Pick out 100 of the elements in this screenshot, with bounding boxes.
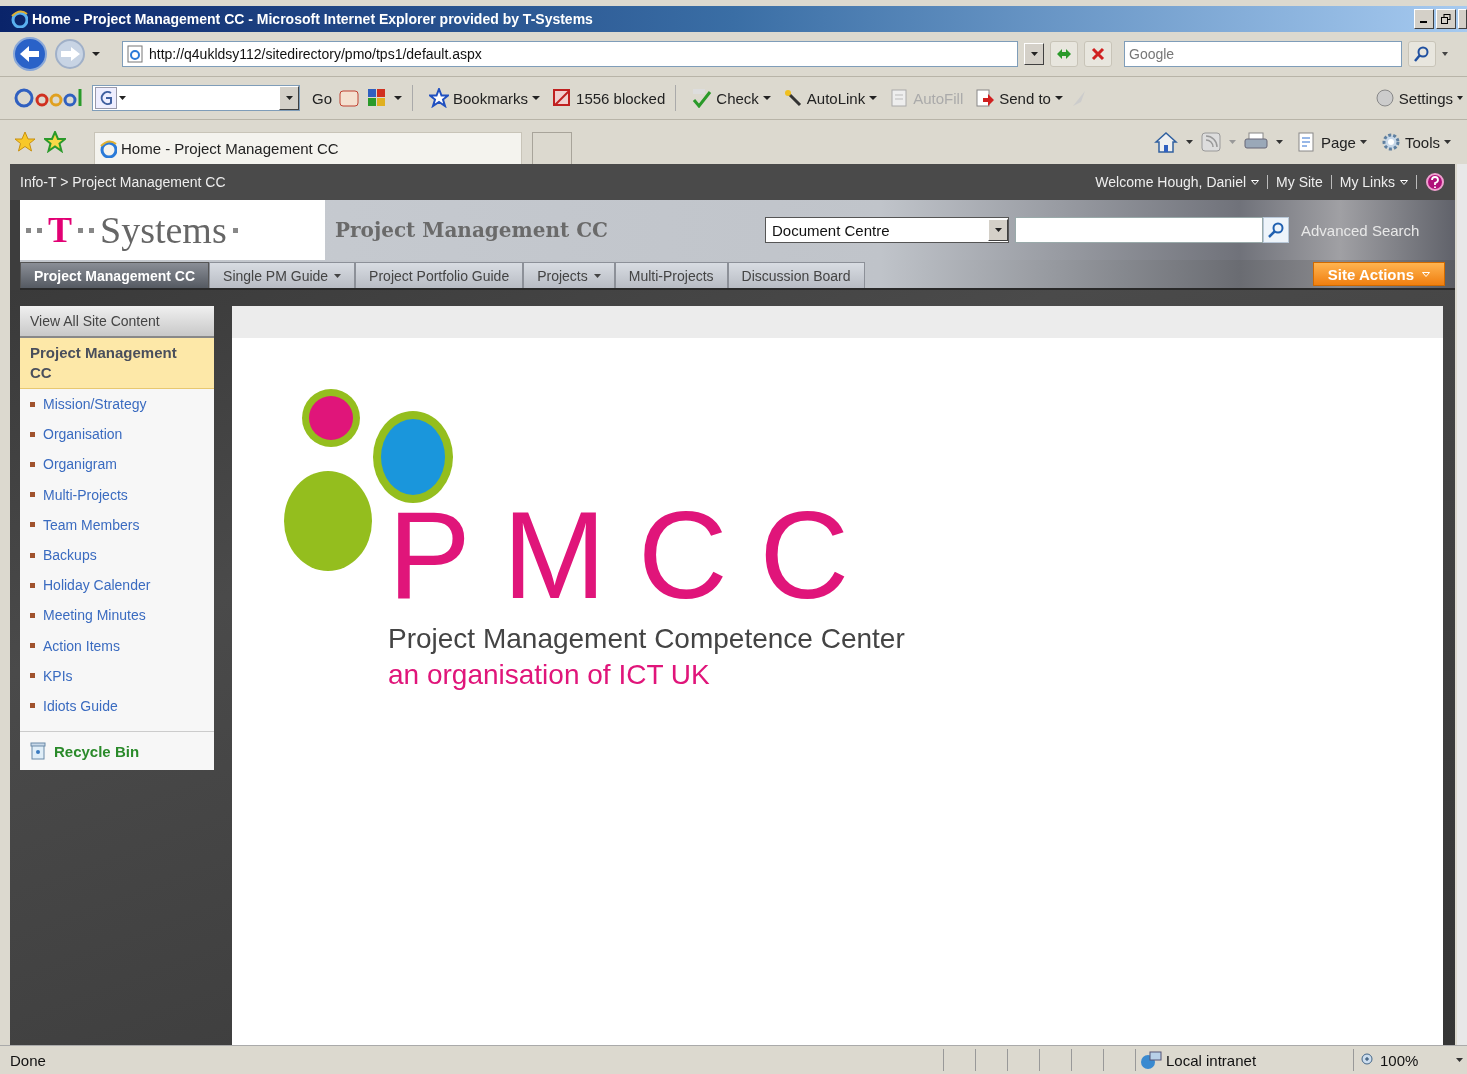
caret-icon[interactable]	[119, 96, 126, 100]
logo-name: Project Management Competence Center	[388, 623, 905, 655]
recycle-bin-link[interactable]: Recycle Bin	[20, 731, 214, 771]
google-g-icon[interactable]	[95, 87, 117, 109]
quick-launch-link[interactable]: Backups	[20, 539, 214, 571]
caret-icon[interactable]	[1054, 96, 1063, 100]
quick-launch-link[interactable]: Team Members	[20, 509, 214, 540]
zoom-button[interactable]: 100%	[1353, 1049, 1463, 1071]
caret-icon[interactable]	[394, 96, 402, 100]
breadcrumb: Info-T > Project Management CC	[20, 174, 226, 190]
back-icon[interactable]	[12, 36, 48, 72]
caret-icon[interactable]	[1444, 140, 1451, 144]
close-button[interactable]	[1458, 9, 1467, 29]
zoom-icon	[1360, 1052, 1376, 1068]
nav-tab[interactable]: Project Portfolio Guide	[355, 262, 524, 288]
bookmark-icon	[429, 88, 449, 108]
toolbar-button[interactable]: Check	[692, 88, 771, 108]
quick-launch-link[interactable]: Meeting Minutes	[20, 600, 214, 631]
page-icon	[1296, 132, 1317, 152]
caret-icon[interactable]	[1457, 96, 1463, 100]
caret-icon[interactable]	[334, 273, 342, 278]
caret-icon[interactable]	[1442, 52, 1448, 56]
quick-launch-link[interactable]: Multi-Projects	[20, 479, 214, 510]
dropdown-button[interactable]	[1024, 43, 1044, 65]
view-all-content-link[interactable]: View All Site Content	[20, 306, 214, 338]
caret-icon[interactable]	[1185, 140, 1193, 144]
caret-icon[interactable]	[532, 96, 541, 100]
caret-icon[interactable]	[1030, 52, 1038, 56]
caret-icon[interactable]	[1456, 1058, 1463, 1062]
toolbar-button[interactable]: AutoLink	[782, 88, 878, 108]
nav-tab[interactable]: Single PM Guide	[209, 262, 356, 288]
quick-launch-link[interactable]: Organisation	[20, 419, 214, 450]
caret-icon[interactable]	[1275, 140, 1283, 144]
search-button[interactable]	[1263, 217, 1289, 243]
user-link[interactable]: Welcome Hough, Daniel	[1095, 174, 1260, 190]
logo-acronym: PMCC	[388, 505, 883, 605]
address-field[interactable]: http://q4ukldsy112/sitedirectory/pmo/tps1/default.aspx	[122, 41, 1018, 67]
logo-name: Systems	[100, 208, 227, 252]
quick-launch-link[interactable]: Mission/Strategy	[20, 389, 214, 420]
logo-tagline: an organisation of ICT UK	[388, 659, 711, 691]
quick-launch-link[interactable]: Holiday Calender	[20, 570, 214, 601]
quick-launch-link[interactable]: Organigram	[20, 449, 214, 480]
toolbar-button[interactable]: 1556 blocked	[552, 88, 666, 108]
quick-launch-link[interactable]: Action Items	[20, 630, 214, 661]
browser-icon	[10, 10, 28, 28]
caret-icon[interactable]	[285, 96, 293, 100]
site-title: Project Management CC	[335, 218, 610, 242]
nav-tab[interactable]: Multi-Projects	[614, 262, 728, 288]
google-search-field[interactable]	[92, 85, 300, 111]
search-icon	[1414, 46, 1430, 62]
caret-icon[interactable]	[593, 273, 601, 278]
page-menu-button[interactable]: Page	[1296, 132, 1367, 152]
caret-icon[interactable]	[869, 96, 878, 100]
caret-icon[interactable]	[1400, 179, 1408, 185]
window-title: Home - Project Management CC - Microsoft Internet Explorer provided by T-Systems	[32, 11, 594, 27]
quick-launch-link[interactable]: KPIs	[20, 660, 214, 691]
quick-launch-link[interactable]: Idiots Guide	[20, 690, 214, 722]
help-icon[interactable]	[1425, 172, 1445, 192]
settings-button[interactable]: Settings	[1374, 88, 1463, 108]
favorites-star-icon[interactable]	[14, 131, 36, 153]
search-field[interactable]	[1015, 217, 1263, 243]
form-icon	[889, 88, 910, 108]
go-button[interactable]: Go	[312, 89, 332, 107]
logo-mark: T	[48, 209, 72, 251]
scope-dropdown[interactable]: Document Centre	[765, 217, 1009, 243]
minimize-button[interactable]	[1414, 9, 1434, 29]
page-icon	[127, 45, 143, 63]
caret-icon[interactable]	[1251, 179, 1260, 185]
settings-icon	[1374, 88, 1395, 108]
calendar-icon[interactable]	[338, 88, 360, 108]
browser-icon	[99, 139, 117, 158]
search-field[interactable]: Google	[1124, 41, 1402, 67]
user-link[interactable]: My Site	[1276, 174, 1323, 190]
browser-tab[interactable]: Home - Project Management CC	[94, 132, 522, 164]
search-button[interactable]	[1408, 41, 1436, 67]
url-text: http://q4ukldsy112/sitedirectory/pmo/tps1/default.aspx	[149, 46, 482, 62]
toolbar-button[interactable]: Send to	[975, 88, 1063, 108]
nav-tab[interactable]: Projects	[523, 262, 615, 288]
restore-button[interactable]	[1436, 9, 1456, 29]
caret-icon[interactable]	[994, 228, 1002, 232]
caret-icon[interactable]	[92, 52, 100, 56]
nav-tab[interactable]: Discussion Board	[727, 262, 865, 288]
stop-icon	[1091, 47, 1105, 61]
stop-button[interactable]	[1084, 41, 1112, 67]
print-icon[interactable]	[1243, 132, 1268, 152]
add-favorite-icon[interactable]	[44, 131, 66, 153]
popup-icon	[552, 88, 573, 108]
tools-menu-button[interactable]: Tools	[1380, 132, 1451, 152]
home-icon[interactable]	[1153, 131, 1178, 153]
puzzle-icon[interactable]	[366, 87, 388, 109]
toolbar-button[interactable]: Bookmarks	[429, 88, 541, 108]
caret-icon[interactable]	[1359, 140, 1367, 144]
spell-icon	[692, 88, 713, 108]
dropdown-button[interactable]	[279, 86, 299, 110]
advanced-search-link[interactable]: Advanced Search	[1301, 221, 1420, 239]
refresh-button[interactable]	[1050, 41, 1078, 67]
caret-icon[interactable]	[762, 96, 771, 100]
quick-launch-heading[interactable]: Project Management CC	[20, 338, 214, 389]
user-link[interactable]: My Links	[1339, 174, 1408, 190]
nav-tab[interactable]: Project Management CC	[20, 262, 210, 288]
